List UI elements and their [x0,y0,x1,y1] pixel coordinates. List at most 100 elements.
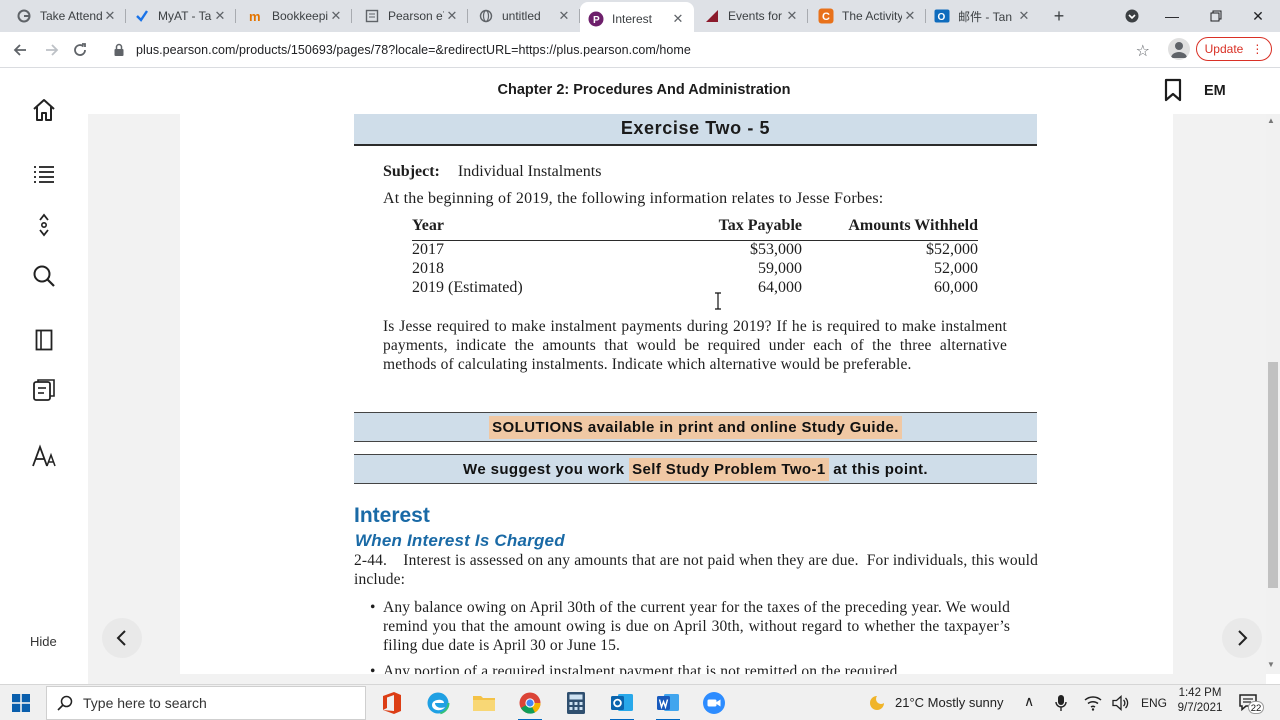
minimize-button[interactable]: — [1150,0,1194,32]
tab-events[interactable]: Events for ✕ [696,0,808,32]
reader-header: Chapter 2: Procedures And Administration… [0,68,1280,114]
clock-date: 9/7/2021 [1177,702,1223,714]
tab-interest[interactable]: P Interest ✕ [580,2,694,36]
close-icon[interactable]: ✕ [670,11,686,27]
close-window-button[interactable]: ✕ [1236,0,1280,32]
slash-brand-icon [704,8,720,24]
table-header: Year Tax Payable Amounts Withheld [412,217,978,241]
close-icon[interactable]: ✕ [784,8,800,24]
text-size-icon[interactable] [30,442,58,470]
tab-the-activity[interactable]: C The Activity ✕ [810,0,926,32]
office-app-icon[interactable] [378,689,406,717]
header-year: Year [412,217,444,234]
self-study-link[interactable]: Self Study Problem Two-1 [629,457,829,481]
outlook-app-icon[interactable] [608,689,636,720]
header-amounts-withheld: Amounts Withheld [848,217,978,234]
globe-icon [478,8,494,24]
edge-app-icon[interactable] [424,689,452,717]
tab-untitled[interactable]: untitled ✕ [470,0,580,32]
next-page-button[interactable] [1222,618,1262,658]
chevron-up-icon[interactable]: ∧ [1024,693,1034,710]
scroll-down-icon[interactable]: ▼ [1267,660,1275,669]
bookmark-icon[interactable] [1163,78,1183,102]
new-tab-button[interactable]: + [1048,5,1070,27]
maximize-button[interactable] [1194,0,1238,32]
forward-button[interactable] [40,38,64,62]
chrome-app-icon[interactable] [516,689,544,720]
list-item: • Any balance owing on April 30th of the … [370,599,1010,654]
section-paragraph: 2-44. Interest is assessed on any amount… [354,552,1043,588]
tab-pearson-etext[interactable]: Pearson eTe ✕ [356,0,468,32]
arrow-right-icon [46,44,59,56]
star-icon[interactable]: ☆ [1136,41,1150,61]
tab-myat[interactable]: MyAT - Talk ✕ [126,0,236,32]
update-button[interactable]: Update ⋮ [1196,37,1272,61]
taskbar-clock[interactable]: 1:42 PM 9/7/2021 [1170,686,1230,716]
close-icon[interactable]: ✕ [556,8,572,24]
url-text: plus.pearson.com/products/150693/pages/7… [136,43,691,57]
list-item: • Any portion of a required instalment pa… [370,663,898,674]
language-indicator[interactable]: ENG [1141,696,1167,710]
reload-button[interactable] [68,38,92,62]
scrollbar-thumb[interactable] [1268,362,1278,588]
windows-start-icon[interactable] [12,694,30,712]
solutions-link[interactable]: SOLUTIONS available in print and online … [489,415,902,439]
close-icon[interactable]: ✕ [444,8,460,24]
search-icon [57,695,73,711]
notebook-icon[interactable] [30,326,58,354]
google-icon [16,8,32,24]
notification-center-button[interactable]: 22 [1238,693,1264,714]
scroll-up-icon[interactable]: ▲ [1267,116,1275,125]
list-icon[interactable] [30,160,58,188]
exercise-intro: At the beginning of 2019, the following … [383,190,884,207]
back-button[interactable] [8,38,32,62]
weather-text[interactable]: 21°C Mostly sunny [895,695,1004,710]
section-title: Interest [354,504,430,527]
calculator-app-icon[interactable] [562,689,590,717]
user-initials[interactable]: EM [1204,83,1226,99]
svg-text:C: C [822,11,830,23]
hide-sidebar-button[interactable]: Hide [30,634,57,649]
profile-avatar[interactable] [1168,38,1190,60]
tab-take-attendance[interactable]: Take Attend ✕ [8,0,126,32]
close-icon[interactable]: ✕ [1016,8,1032,24]
exercise-subject: Subject: Individual Instalments [383,163,601,181]
previous-page-button[interactable] [102,618,142,658]
expand-icon[interactable] [30,211,58,239]
address-bar[interactable]: plus.pearson.com/products/150693/pages/7… [104,36,1158,64]
word-app-icon[interactable] [654,689,682,720]
person-icon [1171,42,1187,58]
svg-text:O: O [938,12,946,23]
c-brand-icon: C [818,8,834,24]
weather-sun-icon [870,696,884,710]
close-icon[interactable]: ✕ [102,8,118,24]
tax-table: Year Tax Payable Amounts Withheld 2017 $… [412,217,978,298]
tab-search-button[interactable] [1110,0,1154,32]
search-icon[interactable] [30,262,58,290]
wifi-icon[interactable] [1084,695,1102,711]
close-icon[interactable]: ✕ [902,8,918,24]
flashcard-icon[interactable] [30,376,58,404]
close-icon[interactable]: ✕ [328,8,344,24]
solutions-bar: SOLUTIONS available in print and online … [354,412,1037,442]
header-tax-payable: Tax Payable [718,217,802,234]
restore-icon [1210,10,1222,22]
file-explorer-icon[interactable] [470,689,498,717]
exercise-banner: Exercise Two - 5 [354,114,1037,146]
exercise-question: Is Jesse required to make instalment pay… [383,318,1007,373]
tab-outlook-mail[interactable]: O 邮件 - Tan ✕ [926,0,1040,32]
zoom-app-icon[interactable] [700,689,728,717]
browser-toolbar: plus.pearson.com/products/150693/pages/7… [0,32,1280,68]
suggest-bar: We suggest you work Self Study Problem T… [354,454,1037,484]
microphone-icon[interactable] [1055,694,1067,712]
more-vertical-icon: ⋮ [1251,42,1264,56]
taskbar-search-box[interactable]: Type here to search [46,686,366,720]
outlook-icon: O [934,8,950,24]
tab-bookkeeping[interactable]: m Bookkeeping ✕ [240,0,352,32]
lock-icon [114,43,124,56]
volume-icon[interactable] [1112,695,1130,711]
doc-icon [364,8,380,24]
table-row: 2019 (Estimated) 64,000 60,000 [412,279,978,296]
home-icon[interactable] [30,96,58,124]
close-icon[interactable]: ✕ [212,8,228,24]
